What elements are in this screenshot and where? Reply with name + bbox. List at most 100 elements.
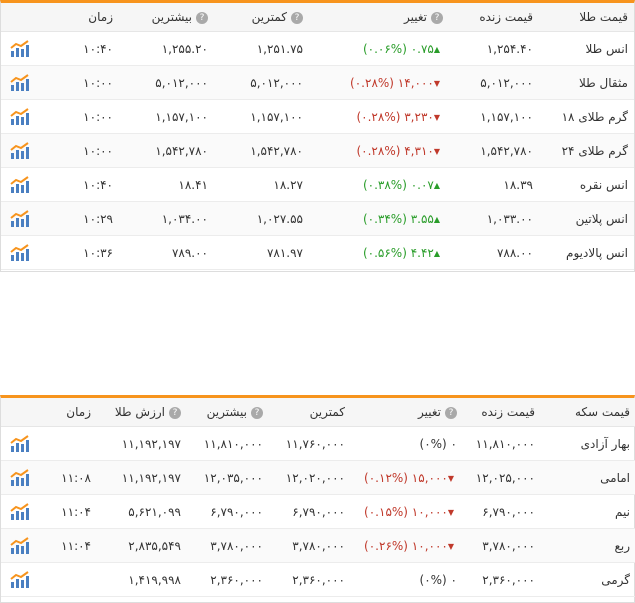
- row-low: ۷۸۱.۹۷: [214, 235, 309, 270]
- triangle-down-icon: ▼: [447, 541, 454, 551]
- row-change: ▼۱۴,۰۰۰ (۰.۲۸%): [309, 65, 449, 100]
- table-row: امامی ۱۲,۰۲۵,۰۰۰ ▼۱۵,۰۰۰ (۰.۱۲%) ۱۲,۰۲۰,…: [1, 460, 635, 495]
- row-change-value: ۱۵,۰۰۰ (۰.۱۲%): [364, 470, 448, 485]
- row-change: ▼۳,۲۳۰ (۰.۲۸%): [309, 99, 449, 134]
- chart-link[interactable]: [1, 31, 39, 66]
- row-live: ۱,۲۵۴.۴۰: [449, 31, 539, 66]
- row-time: ۱۰:۰۰: [39, 133, 119, 168]
- row-time: ۱۰:۴۰: [39, 167, 119, 202]
- col-header-chart: [1, 398, 39, 427]
- bar-chart-icon[interactable]: [10, 175, 30, 194]
- chart-link[interactable]: [1, 133, 39, 168]
- coin-table-header: قیمت سکه قیمت زنده ? تغییر کمترین ? بیشتری…: [1, 398, 635, 427]
- bar-chart-icon[interactable]: [10, 209, 30, 228]
- bar-chart-icon[interactable]: [10, 468, 30, 487]
- row-live: ۱,۵۴۲,۷۸۰: [449, 133, 539, 168]
- col-header-low: کمترین: [269, 398, 351, 427]
- chart-link[interactable]: [1, 99, 39, 134]
- table-row: انس پالادیوم ۷۸۸.۰۰ ▲۴.۴۲ (۰.۵۶%) ۷۸۱.۹۷…: [1, 235, 634, 270]
- row-change: ▼۱۰,۰۰۰ (۰.۲۶%): [351, 528, 463, 563]
- row-low: ۱,۱۵۷,۱۰۰: [214, 99, 309, 134]
- chart-link[interactable]: [1, 494, 39, 529]
- table-row: گرمی ۲,۳۶۰,۰۰۰ ۰ (۰%) ۲,۳۶۰,۰۰۰ ۲,۳۶۰,۰۰…: [1, 562, 635, 597]
- table-row: انس نقره ۱۸.۳۹ ▲۰.۰۷ (۰.۳۸%) ۱۸.۲۷ ۱۸.۴۱…: [1, 167, 634, 202]
- row-change-value: ۳.۵۵ (۰.۳۴%): [362, 211, 434, 226]
- row-low: ۵,۰۱۲,۰۰۰: [214, 65, 309, 100]
- row-low: ۱۱,۷۶۰,۰۰۰: [269, 426, 351, 461]
- row-time: ۱۱:۰۸: [39, 460, 97, 495]
- chart-link[interactable]: [1, 167, 39, 202]
- row-high: ۱۸.۴۱: [119, 167, 214, 202]
- row-change-value: ۰ (۰%): [419, 436, 458, 451]
- row-name: نیم: [541, 494, 635, 529]
- col-header-change-label: تغییر: [404, 10, 427, 24]
- bar-chart-icon[interactable]: [10, 39, 30, 58]
- col-header-low-label: کمترین: [251, 10, 287, 24]
- col-header-high: ? بیشترین: [187, 398, 269, 427]
- row-high: ۱,۰۳۴.۰۰: [119, 201, 214, 236]
- question-icon[interactable]: ?: [196, 11, 208, 24]
- row-gold-value: ۱۱,۱۹۲,۱۹۷: [97, 426, 187, 461]
- question-icon[interactable]: ?: [291, 11, 303, 24]
- bar-chart-icon[interactable]: [10, 536, 30, 555]
- table-row: انس طلا ۱,۲۵۴.۴۰ ▲۰.۷۵ (۰.۰۶%) ۱,۲۵۱.۷۵ …: [1, 31, 634, 66]
- row-high: ۱۲,۰۳۵,۰۰۰: [187, 460, 269, 495]
- table-row: نیم ۶,۷۹۰,۰۰۰ ▼۱۰,۰۰۰ (۰.۱۵%) ۶,۷۹۰,۰۰۰ …: [1, 494, 635, 529]
- row-name: امامی: [541, 460, 635, 495]
- bar-chart-icon[interactable]: [10, 434, 30, 453]
- col-header-name: قیمت طلا: [539, 3, 634, 32]
- bar-chart-icon[interactable]: [10, 107, 30, 126]
- chart-link[interactable]: [1, 562, 39, 597]
- col-header-change-label: تغییر: [418, 405, 441, 419]
- row-time: ۱۰:۰۰: [39, 99, 119, 134]
- row-time: ۱۰:۰۰: [39, 65, 119, 100]
- bar-chart-icon[interactable]: [10, 243, 30, 262]
- col-header-time: زمان: [39, 3, 119, 32]
- col-header-change: ? تغییر: [309, 3, 449, 32]
- row-name: مثقال طلا: [539, 65, 634, 100]
- question-icon[interactable]: ?: [169, 406, 181, 419]
- col-header-change: ? تغییر: [351, 398, 463, 427]
- row-change-value: ۱۰,۰۰۰ (۰.۱۵%): [364, 504, 448, 519]
- triangle-down-icon: ▼: [433, 78, 440, 88]
- bar-chart-icon[interactable]: [10, 73, 30, 92]
- chart-link[interactable]: [1, 528, 39, 563]
- row-change: ▼۴,۳۱۰ (۰.۲۸%): [309, 133, 449, 168]
- row-high: ۱,۱۵۷,۱۰۰: [119, 99, 214, 134]
- row-live: ۲,۳۶۰,۰۰۰: [463, 562, 541, 597]
- row-high: ۱,۵۴۲,۷۸۰: [119, 133, 214, 168]
- chart-link[interactable]: [1, 235, 39, 270]
- bar-chart-icon[interactable]: [10, 570, 30, 589]
- triangle-up-icon: ▲: [433, 44, 440, 54]
- gold-table-header: قیمت طلا قیمت زنده ? تغییر ? کمترین ? بیشتر…: [1, 3, 634, 32]
- chart-link[interactable]: [1, 65, 39, 100]
- row-name: انس نقره: [539, 167, 634, 202]
- chart-link[interactable]: [1, 201, 39, 236]
- row-low: ۱,۰۲۷.۵۵: [214, 201, 309, 236]
- row-high: ۱۱,۸۱۰,۰۰۰: [187, 426, 269, 461]
- row-name: گرم طلای ۱۸: [539, 99, 634, 134]
- row-change-value: ۰.۰۷ (۰.۳۸%): [362, 177, 434, 192]
- col-header-time: زمان: [39, 398, 97, 427]
- row-change-value: ۰.۷۵ (۰.۰۶%): [362, 41, 434, 56]
- col-header-live: قیمت زنده: [449, 3, 539, 32]
- question-icon[interactable]: ?: [251, 406, 263, 419]
- col-header-high: ? بیشترین: [119, 3, 214, 32]
- chart-link[interactable]: [1, 460, 39, 495]
- question-icon[interactable]: ?: [445, 406, 457, 419]
- bar-chart-icon[interactable]: [10, 141, 30, 160]
- bar-chart-icon[interactable]: [10, 502, 30, 521]
- table-row: گرم طلای ۱۸ ۱,۱۵۷,۱۰۰ ▼۳,۲۳۰ (۰.۲۸%) ۱,۱…: [1, 99, 634, 134]
- coin-price-panel: قیمت سکه قیمت زنده ? تغییر کمترین ? بیشتری…: [0, 395, 635, 603]
- col-header-high-label: بیشترین: [206, 405, 247, 419]
- row-name: گرم طلای ۲۴: [539, 133, 634, 168]
- question-icon[interactable]: ?: [431, 11, 443, 24]
- triangle-down-icon: ▼: [433, 112, 440, 122]
- row-high: ۵,۰۱۲,۰۰۰: [119, 65, 214, 100]
- row-time: ۱۰:۳۶: [39, 235, 119, 270]
- table-row: ربع ۳,۷۸۰,۰۰۰ ▼۱۰,۰۰۰ (۰.۲۶%) ۳,۷۸۰,۰۰۰ …: [1, 528, 635, 563]
- row-time: ۱۰:۴۰: [39, 31, 119, 66]
- row-live: ۱,۰۳۳.۰۰: [449, 201, 539, 236]
- chart-link[interactable]: [1, 426, 39, 461]
- row-change-value: ۱۴,۰۰۰ (۰.۲۸%): [350, 75, 434, 90]
